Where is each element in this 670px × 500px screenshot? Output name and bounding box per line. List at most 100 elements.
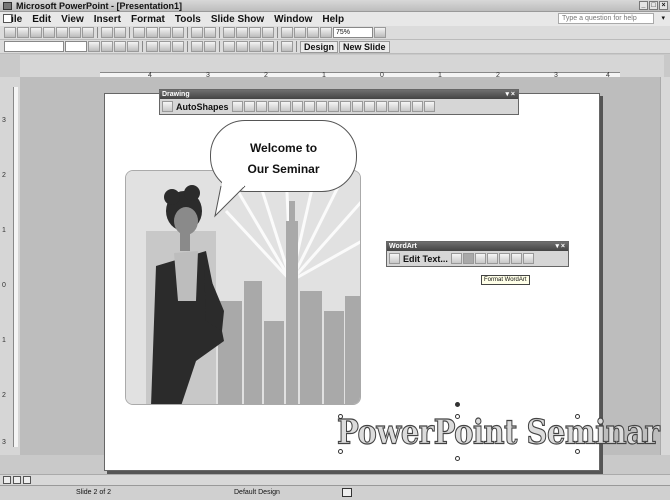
research-icon[interactable] xyxy=(114,27,126,38)
callout-text[interactable]: Welcome to Our Seminar xyxy=(210,138,357,180)
insert-table-icon[interactable] xyxy=(236,27,248,38)
insert-wordart-icon[interactable] xyxy=(291,101,303,112)
italic-icon[interactable] xyxy=(101,41,113,52)
save-icon[interactable] xyxy=(30,27,42,38)
textbox-icon[interactable] xyxy=(279,101,291,112)
spelling-icon[interactable] xyxy=(101,27,113,38)
menu-edit[interactable]: Edit xyxy=(27,14,56,25)
line-color-icon[interactable] xyxy=(351,101,363,112)
picture-icon[interactable] xyxy=(327,101,339,112)
menu-format[interactable]: Format xyxy=(126,14,170,25)
vertical-text-icon[interactable] xyxy=(498,253,510,264)
powerpoint-app-icon[interactable] xyxy=(3,2,12,10)
document-icon[interactable] xyxy=(3,14,12,23)
undo-icon[interactable] xyxy=(191,27,203,38)
show-formatting-icon[interactable] xyxy=(294,27,306,38)
zoom-select[interactable]: 75% xyxy=(333,27,373,38)
bold-icon[interactable] xyxy=(88,41,100,52)
insert-wordart-icon[interactable] xyxy=(389,253,400,264)
paste-icon[interactable] xyxy=(159,27,171,38)
shadow-icon[interactable] xyxy=(127,41,139,52)
selection-handle[interactable] xyxy=(575,414,580,419)
cut-icon[interactable] xyxy=(133,27,145,38)
redo-icon[interactable] xyxy=(204,27,216,38)
open-icon[interactable] xyxy=(17,27,29,38)
alignment-icon[interactable] xyxy=(510,253,522,264)
wordart-shape-icon[interactable] xyxy=(474,253,486,264)
insert-chart-icon[interactable] xyxy=(223,27,235,38)
clipart-icon[interactable] xyxy=(315,101,327,112)
grid-icon[interactable] xyxy=(307,27,319,38)
slideshow-icon[interactable] xyxy=(23,476,31,484)
diagram-icon[interactable] xyxy=(303,101,315,112)
edit-text-button[interactable]: Edit Text... xyxy=(401,254,450,264)
font-color-icon[interactable] xyxy=(281,41,293,52)
menu-slide-show[interactable]: Slide Show xyxy=(206,14,269,25)
close-icon[interactable]: ▾ × xyxy=(505,90,515,99)
shadow-style-icon[interactable] xyxy=(411,101,423,112)
select-objects-icon[interactable] xyxy=(162,101,173,112)
menu-help[interactable]: Help xyxy=(317,14,349,25)
email-icon[interactable] xyxy=(56,27,68,38)
color-grayscale-icon[interactable] xyxy=(320,27,332,38)
increase-font-icon[interactable] xyxy=(223,41,235,52)
autoshapes-menu[interactable]: AutoShapes xyxy=(174,102,231,112)
new-slide-button[interactable]: New Slide xyxy=(339,40,390,53)
character-spacing-icon[interactable] xyxy=(522,253,534,264)
line-style-icon[interactable] xyxy=(375,101,387,112)
menu-tools[interactable]: Tools xyxy=(170,14,206,25)
increase-indent-icon[interactable] xyxy=(262,41,274,52)
same-letter-heights-icon[interactable] xyxy=(486,253,498,264)
3d-style-icon[interactable] xyxy=(423,101,435,112)
selection-handle[interactable] xyxy=(575,449,580,454)
font-size-select[interactable] xyxy=(65,41,87,52)
hyperlink-icon[interactable] xyxy=(262,27,274,38)
ask-dropdown-arrow-icon[interactable]: ▾ xyxy=(661,14,665,22)
format-wordart-icon[interactable] xyxy=(462,253,474,264)
decrease-font-icon[interactable] xyxy=(236,41,248,52)
font-color-icon[interactable] xyxy=(363,101,375,112)
dash-style-icon[interactable] xyxy=(387,101,399,112)
help-icon[interactable] xyxy=(374,27,386,38)
wordart-gallery-icon[interactable] xyxy=(450,253,462,264)
font-name-select[interactable] xyxy=(4,41,64,52)
align-right-icon[interactable] xyxy=(172,41,184,52)
arrow-style-icon[interactable] xyxy=(399,101,411,112)
underline-icon[interactable] xyxy=(114,41,126,52)
numbering-icon[interactable] xyxy=(191,41,203,52)
fill-color-icon[interactable] xyxy=(339,101,351,112)
menu-insert[interactable]: Insert xyxy=(89,14,126,25)
new-icon[interactable] xyxy=(4,27,16,38)
print-icon[interactable] xyxy=(69,27,81,38)
slide-sorter-icon[interactable] xyxy=(13,476,21,484)
menu-window[interactable]: Window xyxy=(269,14,317,25)
decrease-indent-icon[interactable] xyxy=(249,41,261,52)
selection-handle[interactable] xyxy=(338,449,343,454)
selection-handle[interactable] xyxy=(338,414,343,419)
selection-handle[interactable] xyxy=(455,414,460,419)
selection-handle[interactable] xyxy=(455,456,460,461)
wordart-text[interactable]: PowerPoint Seminar xyxy=(337,412,661,452)
minimize-button[interactable]: _ xyxy=(639,1,648,10)
bullets-icon[interactable] xyxy=(204,41,216,52)
rotate-handle[interactable] xyxy=(455,402,460,407)
ask-question-input[interactable]: Type a question for help xyxy=(558,13,654,24)
menu-view[interactable]: View xyxy=(56,14,89,25)
align-left-icon[interactable] xyxy=(146,41,158,52)
design-button[interactable]: Design xyxy=(300,40,339,53)
expand-all-icon[interactable] xyxy=(281,27,293,38)
normal-view-icon[interactable] xyxy=(3,476,11,484)
print-preview-icon[interactable] xyxy=(82,27,94,38)
rectangle-icon[interactable] xyxy=(255,101,267,112)
arrow-icon[interactable] xyxy=(243,101,255,112)
maximize-button[interactable]: □ xyxy=(649,1,658,10)
format-painter-icon[interactable] xyxy=(172,27,184,38)
copy-icon[interactable] xyxy=(146,27,158,38)
wordart-toolbar-title[interactable]: WordArt ▾ × xyxy=(387,242,568,251)
oval-icon[interactable] xyxy=(267,101,279,112)
drawing-toolbar-title[interactable]: Drawing ▾ × xyxy=(160,90,518,99)
close-button[interactable]: × xyxy=(659,1,668,10)
vertical-scrollbar[interactable] xyxy=(660,77,670,455)
permission-icon[interactable] xyxy=(43,27,55,38)
tables-borders-icon[interactable] xyxy=(249,27,261,38)
